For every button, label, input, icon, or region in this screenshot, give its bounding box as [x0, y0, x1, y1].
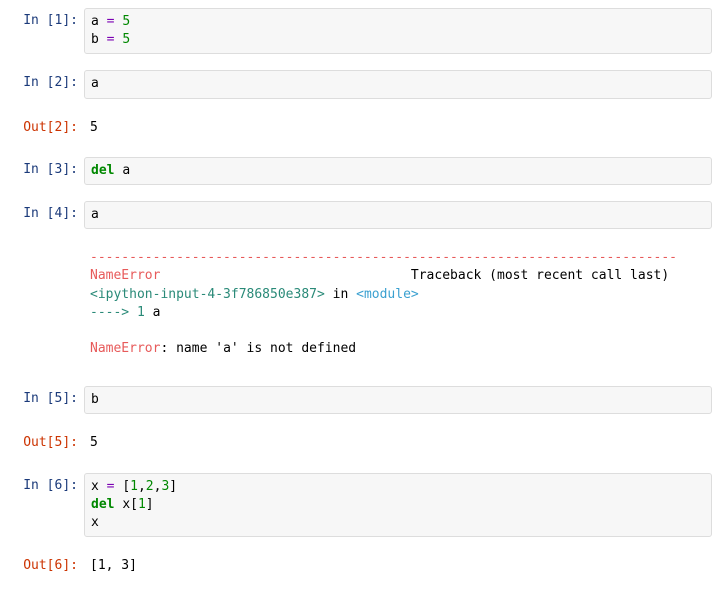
input-prompt: In [3]: [8, 157, 84, 183]
output-cell: Out[6]:[1, 3] [8, 553, 712, 579]
output-cell: Out[5]:5 [8, 430, 712, 456]
final-error-message: : name 'a' is not defined [160, 341, 356, 356]
notebook-session: In [1]:a = 5 b = 5In [2]:aOut[2]:5In [3]… [8, 8, 712, 595]
input-cell[interactable]: In [6]:x = [1,2,3] del x[1] x [8, 473, 712, 538]
output-text: [1, 3] [84, 553, 712, 579]
output-text: 5 [84, 430, 712, 456]
code-input[interactable]: a = 5 b = 5 [84, 8, 712, 54]
frame-file: <ipython-input-4-3f786850e387> [90, 287, 325, 302]
traceback-output: ----------------------------------------… [84, 245, 712, 362]
code-input[interactable]: a [84, 201, 712, 229]
input-prompt: In [5]: [8, 386, 84, 412]
input-prompt: In [4]: [8, 201, 84, 227]
code-input[interactable]: del a [84, 157, 712, 185]
output-cell: Out[2]:5 [8, 115, 712, 141]
input-prompt: In [1]: [8, 8, 84, 34]
empty-prompt [8, 245, 84, 253]
error-name: NameError [90, 268, 160, 283]
output-prompt: Out[6]: [8, 553, 84, 579]
frame-module: <module> [356, 287, 419, 302]
code-input[interactable]: x = [1,2,3] del x[1] x [84, 473, 712, 538]
input-cell[interactable]: In [3]:del a [8, 157, 712, 185]
input-prompt: In [2]: [8, 70, 84, 96]
traceback-arrow: ----> 1 [90, 305, 153, 320]
output-text: 5 [84, 115, 712, 141]
input-cell[interactable]: In [1]:a = 5 b = 5 [8, 8, 712, 54]
code-input[interactable]: b [84, 386, 712, 414]
traceback-separator: ----------------------------------------… [90, 250, 677, 265]
code-input[interactable]: a [84, 70, 712, 98]
output-prompt: Out[5]: [8, 430, 84, 456]
input-cell[interactable]: In [5]:b [8, 386, 712, 414]
input-cell[interactable]: In [2]:a [8, 70, 712, 98]
input-prompt: In [6]: [8, 473, 84, 499]
traceback-cell: ----------------------------------------… [8, 245, 712, 362]
output-prompt: Out[2]: [8, 115, 84, 141]
final-error-name: NameError [90, 341, 160, 356]
traceback-label: Traceback (most recent call last) [411, 268, 669, 283]
input-cell[interactable]: In [4]:a [8, 201, 712, 229]
